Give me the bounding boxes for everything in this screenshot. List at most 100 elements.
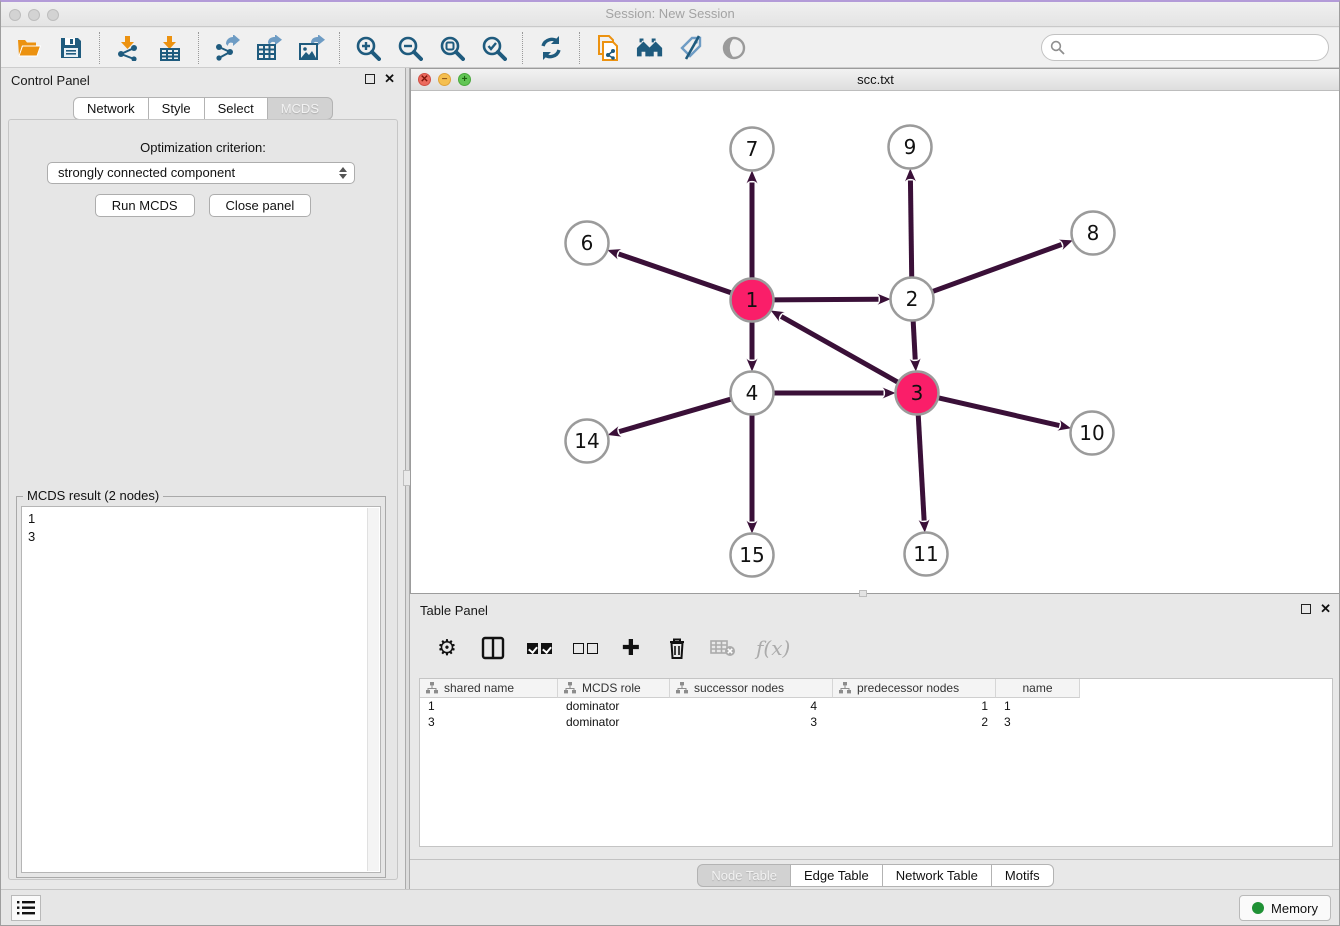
close-panel-icon[interactable]: ✕ bbox=[384, 73, 395, 84]
run-mcds-button[interactable]: Run MCDS bbox=[95, 194, 195, 217]
svg-text:8: 8 bbox=[1087, 221, 1100, 245]
graph-edge-1-2[interactable] bbox=[771, 299, 878, 300]
column-type-icon bbox=[426, 682, 438, 694]
tab-network[interactable]: Network bbox=[73, 97, 149, 120]
graph-node-3[interactable]: 3 bbox=[896, 372, 939, 415]
graph-node-7[interactable]: 7 bbox=[731, 128, 774, 171]
graph-node-10[interactable]: 10 bbox=[1071, 412, 1114, 455]
show-graphics-details-icon[interactable] bbox=[720, 34, 748, 62]
close-panel-button[interactable]: Close panel bbox=[209, 194, 312, 217]
cell-name: 3 bbox=[996, 714, 1080, 730]
optimization-criterion-select[interactable]: strongly connected component bbox=[47, 162, 355, 184]
save-session-icon[interactable] bbox=[57, 34, 85, 62]
table-panel-title: Table Panel bbox=[420, 603, 488, 618]
graph-edge-2-3[interactable] bbox=[913, 318, 915, 359]
add-column-icon[interactable]: ✚ bbox=[618, 635, 644, 661]
first-neighbors-icon[interactable] bbox=[636, 34, 664, 62]
tab-mcds[interactable]: MCDS bbox=[267, 97, 333, 120]
network-window: ✕ − + scc.txt 1 2 3 4 6 7 8 9 10 11 14 15 bbox=[410, 68, 1340, 594]
graph-edge-3-10[interactable] bbox=[936, 397, 1059, 425]
delete-table-icon[interactable] bbox=[710, 635, 736, 661]
mcds-result-groupbox: MCDS result (2 nodes) 1 3 bbox=[16, 496, 386, 878]
graph-edge-3-11[interactable] bbox=[918, 412, 924, 520]
graph-node-15[interactable]: 15 bbox=[731, 534, 774, 577]
tab-select[interactable]: Select bbox=[204, 97, 268, 120]
table-settings-icon[interactable]: ⚙ bbox=[434, 635, 460, 661]
task-history-button[interactable] bbox=[11, 895, 41, 921]
graph-edge-3-1[interactable] bbox=[781, 316, 900, 383]
open-file-icon[interactable] bbox=[15, 34, 43, 62]
list-icon bbox=[17, 900, 35, 916]
column-type-icon bbox=[676, 682, 688, 694]
graph-node-2[interactable]: 2 bbox=[891, 278, 934, 321]
import-table-icon[interactable] bbox=[156, 34, 184, 62]
control-panel-title: Control Panel bbox=[11, 73, 90, 88]
column-header-name[interactable]: name bbox=[996, 679, 1080, 698]
tab-node-table[interactable]: Node Table bbox=[697, 864, 791, 887]
column-header-mcds-role[interactable]: MCDS role bbox=[558, 679, 670, 698]
app-window: Session: New Session bbox=[0, 0, 1340, 926]
search-input[interactable] bbox=[1041, 34, 1329, 61]
export-table-icon[interactable] bbox=[255, 34, 283, 62]
duplicate-network-icon[interactable] bbox=[594, 34, 622, 62]
cell-mcds-role: dominator bbox=[558, 714, 670, 730]
float-table-panel-icon[interactable] bbox=[1301, 604, 1311, 614]
graph-edge-2-9[interactable] bbox=[910, 180, 911, 279]
export-image-icon[interactable] bbox=[297, 34, 325, 62]
column-type-icon bbox=[839, 682, 851, 694]
function-builder-icon[interactable]: f(x) bbox=[756, 636, 790, 660]
graph-node-11[interactable]: 11 bbox=[905, 533, 948, 576]
refresh-icon[interactable] bbox=[537, 34, 565, 62]
memory-button[interactable]: Memory bbox=[1239, 895, 1331, 921]
float-panel-icon[interactable] bbox=[365, 74, 375, 84]
export-network-icon[interactable] bbox=[213, 34, 241, 62]
column-header-predecessor-nodes[interactable]: predecessor nodes bbox=[833, 679, 996, 698]
table-row[interactable]: 3 dominator 3 2 3 bbox=[420, 714, 1332, 730]
optimization-criterion-value: strongly connected component bbox=[58, 165, 235, 180]
svg-text:1: 1 bbox=[746, 288, 759, 312]
graph-node-6[interactable]: 6 bbox=[566, 222, 609, 265]
table-panel: Table Panel ✕ ⚙ ✚ f(x) bbox=[410, 598, 1340, 892]
graph-edge-4-14[interactable] bbox=[619, 398, 733, 431]
tab-edge-table[interactable]: Edge Table bbox=[790, 864, 883, 887]
status-bar: Memory bbox=[1, 889, 1339, 925]
table-row[interactable]: 1 dominator 4 1 1 bbox=[420, 698, 1332, 714]
zoom-selected-icon[interactable] bbox=[480, 34, 508, 62]
column-header-successor-nodes[interactable]: successor nodes bbox=[670, 679, 833, 698]
select-all-columns-icon[interactable] bbox=[526, 635, 552, 661]
tab-style[interactable]: Style bbox=[148, 97, 205, 120]
close-table-panel-icon[interactable]: ✕ bbox=[1320, 603, 1331, 614]
graph-node-14[interactable]: 14 bbox=[566, 420, 609, 463]
mcds-result-line: 1 bbox=[28, 510, 374, 528]
graph-node-9[interactable]: 9 bbox=[889, 126, 932, 169]
svg-text:15: 15 bbox=[739, 543, 764, 567]
cell-predecessor-nodes: 2 bbox=[833, 714, 996, 730]
network-window-titlebar: ✕ − + scc.txt bbox=[411, 69, 1340, 91]
graph-node-1[interactable]: 1 bbox=[731, 279, 774, 322]
graph-edge-1-6[interactable] bbox=[619, 254, 734, 294]
svg-text:14: 14 bbox=[574, 429, 599, 453]
mcds-result-textarea[interactable]: 1 3 bbox=[21, 506, 381, 873]
import-network-icon[interactable] bbox=[114, 34, 142, 62]
column-header-shared-name[interactable]: shared name bbox=[420, 679, 558, 698]
deselect-all-columns-icon[interactable] bbox=[572, 635, 598, 661]
tab-network-table[interactable]: Network Table bbox=[882, 864, 992, 887]
network-canvas[interactable]: 1 2 3 4 6 7 8 9 10 11 14 15 bbox=[411, 91, 1340, 593]
tab-motifs[interactable]: Motifs bbox=[991, 864, 1054, 887]
mcds-result-line: 3 bbox=[28, 528, 374, 546]
zoom-out-icon[interactable] bbox=[396, 34, 424, 62]
result-scrollbar[interactable] bbox=[367, 508, 379, 871]
network-resize-handle[interactable] bbox=[859, 590, 867, 597]
hide-labels-icon[interactable] bbox=[678, 34, 706, 62]
main-toolbar bbox=[1, 28, 1339, 68]
graph-node-8[interactable]: 8 bbox=[1072, 212, 1115, 255]
search-field-wrap bbox=[1041, 34, 1329, 61]
split-columns-icon[interactable] bbox=[480, 635, 506, 661]
delete-column-icon[interactable] bbox=[664, 635, 690, 661]
graph-edge-2-8[interactable] bbox=[930, 244, 1061, 292]
svg-text:11: 11 bbox=[913, 542, 938, 566]
graph-node-4[interactable]: 4 bbox=[731, 372, 774, 415]
zoom-fit-icon[interactable] bbox=[438, 34, 466, 62]
column-label: MCDS role bbox=[582, 681, 641, 695]
zoom-in-icon[interactable] bbox=[354, 34, 382, 62]
